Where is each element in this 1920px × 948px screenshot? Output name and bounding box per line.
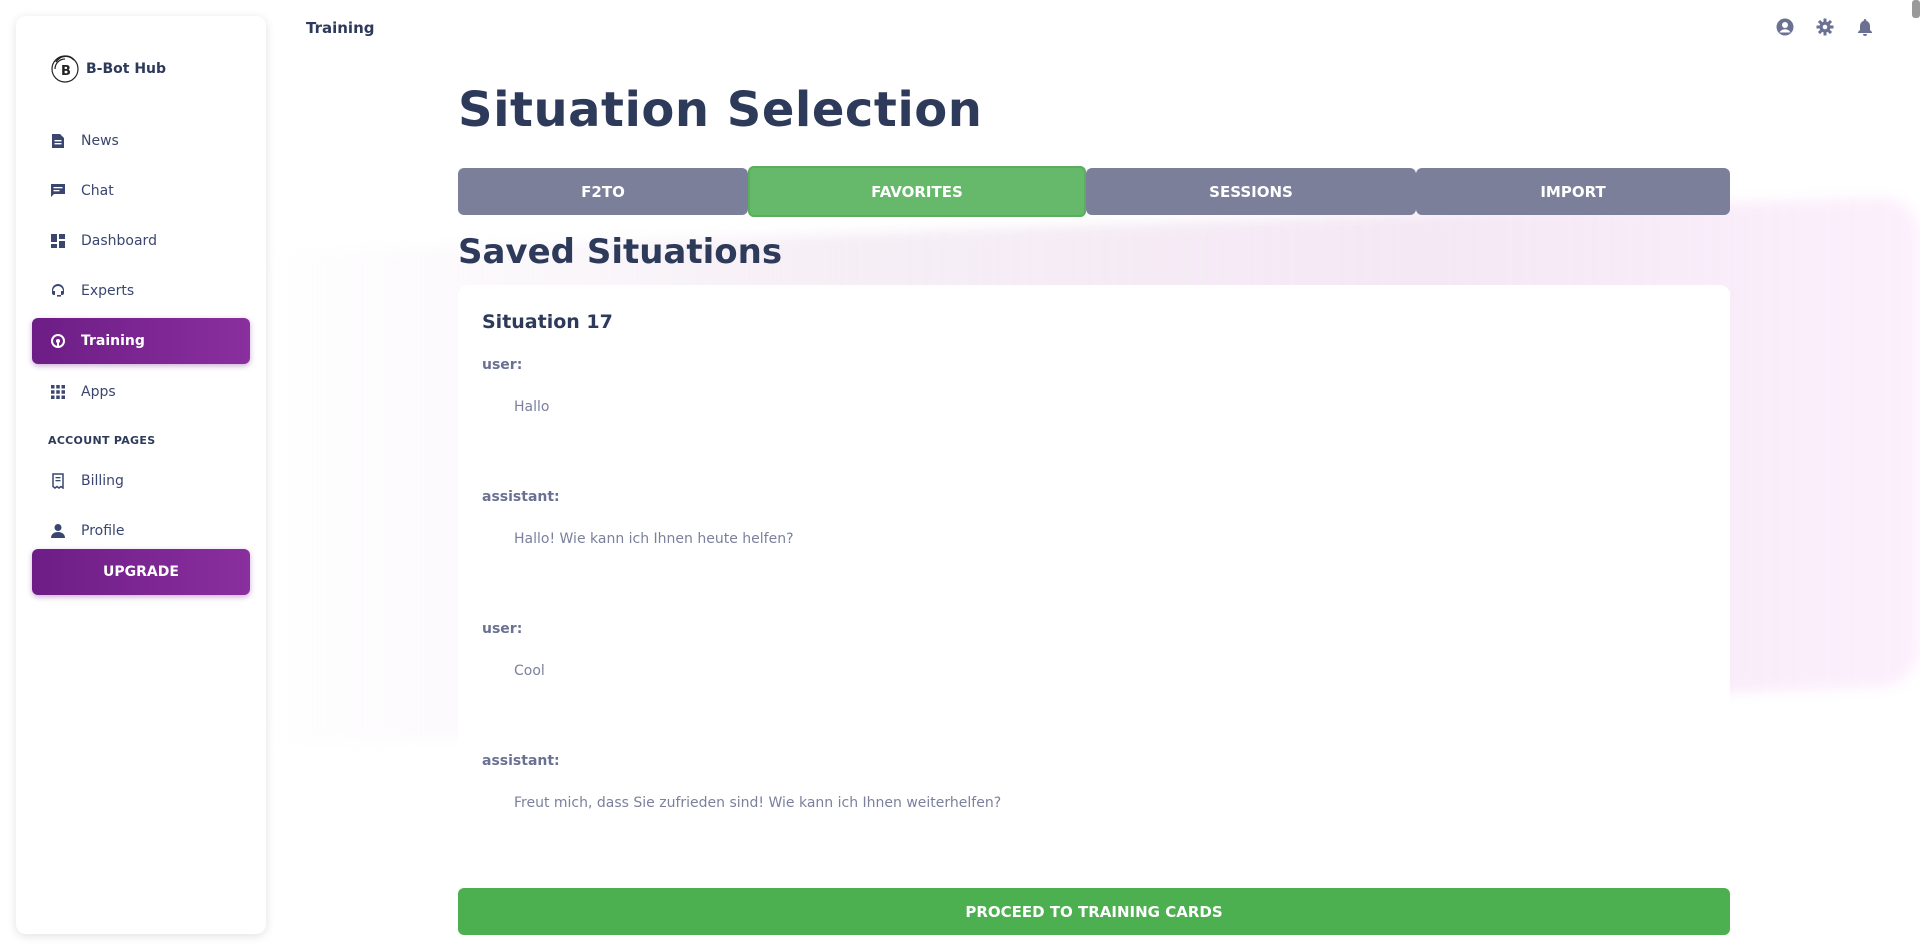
- message-role: assistant:: [482, 753, 560, 769]
- top-toolbar: [1776, 18, 1874, 36]
- sidebar-item-news[interactable]: News: [32, 118, 250, 164]
- sidebar-item-training[interactable]: Training: [32, 318, 250, 364]
- message-text: Hallo! Wie kann ich Ihnen heute helfen?: [514, 531, 794, 547]
- sidebar-item-label: Training: [81, 333, 145, 349]
- tab-import[interactable]: IMPORT: [1416, 168, 1730, 215]
- sidebar-item-profile[interactable]: Profile: [32, 508, 250, 554]
- proceed-to-training-cards-button[interactable]: PROCEED TO TRAINING CARDS: [458, 888, 1730, 935]
- tab-f2to[interactable]: F2TO: [458, 168, 748, 215]
- sidebar-item-chat[interactable]: Chat: [32, 168, 250, 214]
- account-pages-label: ACCOUNT PAGES: [48, 434, 156, 447]
- chat-icon: [49, 182, 67, 200]
- account-circle-icon[interactable]: [1776, 18, 1794, 36]
- sidebar-item-apps[interactable]: Apps: [32, 369, 250, 415]
- billing-icon: [49, 472, 67, 490]
- sidebar-item-dashboard[interactable]: Dashboard: [32, 218, 250, 264]
- training-icon: [49, 332, 67, 350]
- dashboard-icon: [49, 232, 67, 250]
- brand-logo-icon: B: [50, 52, 80, 86]
- apps-icon: [49, 383, 67, 401]
- message-text: Hallo: [514, 399, 550, 415]
- sidebar-item-label: Profile: [81, 523, 125, 539]
- sidebar-item-label: Dashboard: [81, 233, 157, 249]
- svg-text:B: B: [61, 64, 71, 79]
- upgrade-button[interactable]: UPGRADE: [32, 549, 250, 595]
- message-text: Cool: [514, 663, 545, 679]
- breadcrumb-title: Training: [306, 19, 375, 37]
- message-role: user:: [482, 621, 523, 637]
- settings-gear-icon[interactable]: [1816, 18, 1834, 36]
- brand-name: B-Bot Hub: [86, 61, 167, 77]
- message-role: assistant:: [482, 489, 560, 505]
- situation-tabs: F2TO FAVORITES SESSIONS IMPORT: [458, 166, 1730, 217]
- sidebar-item-label: News: [81, 133, 119, 149]
- situation-title: Situation 17: [482, 311, 613, 333]
- sidebar: B B-Bot Hub News Chat Dashboard Experts …: [16, 16, 266, 934]
- tab-sessions[interactable]: SESSIONS: [1086, 168, 1416, 215]
- message-role: user:: [482, 357, 523, 373]
- saved-situations-heading: Saved Situations: [458, 232, 783, 272]
- sidebar-item-label: Apps: [81, 384, 116, 400]
- page-scrollbar[interactable]: [1912, 0, 1920, 18]
- experts-icon: [49, 282, 67, 300]
- message-text: Freut mich, dass Sie zufrieden sind! Wie…: [514, 795, 1002, 811]
- profile-icon: [49, 522, 67, 540]
- brand[interactable]: B B-Bot Hub: [50, 52, 166, 86]
- sidebar-item-billing[interactable]: Billing: [32, 458, 250, 504]
- situation-card[interactable]: Situation 17 user: Hallo assistant: Hall…: [458, 285, 1730, 875]
- sidebar-item-label: Billing: [81, 473, 124, 489]
- sidebar-item-experts[interactable]: Experts: [32, 268, 250, 314]
- news-icon: [49, 132, 67, 150]
- tab-favorites[interactable]: FAVORITES: [748, 166, 1086, 217]
- sidebar-item-label: Chat: [81, 183, 114, 199]
- sidebar-item-label: Experts: [81, 283, 135, 299]
- page-title: Situation Selection: [458, 82, 983, 138]
- notification-bell-icon[interactable]: [1856, 18, 1874, 36]
